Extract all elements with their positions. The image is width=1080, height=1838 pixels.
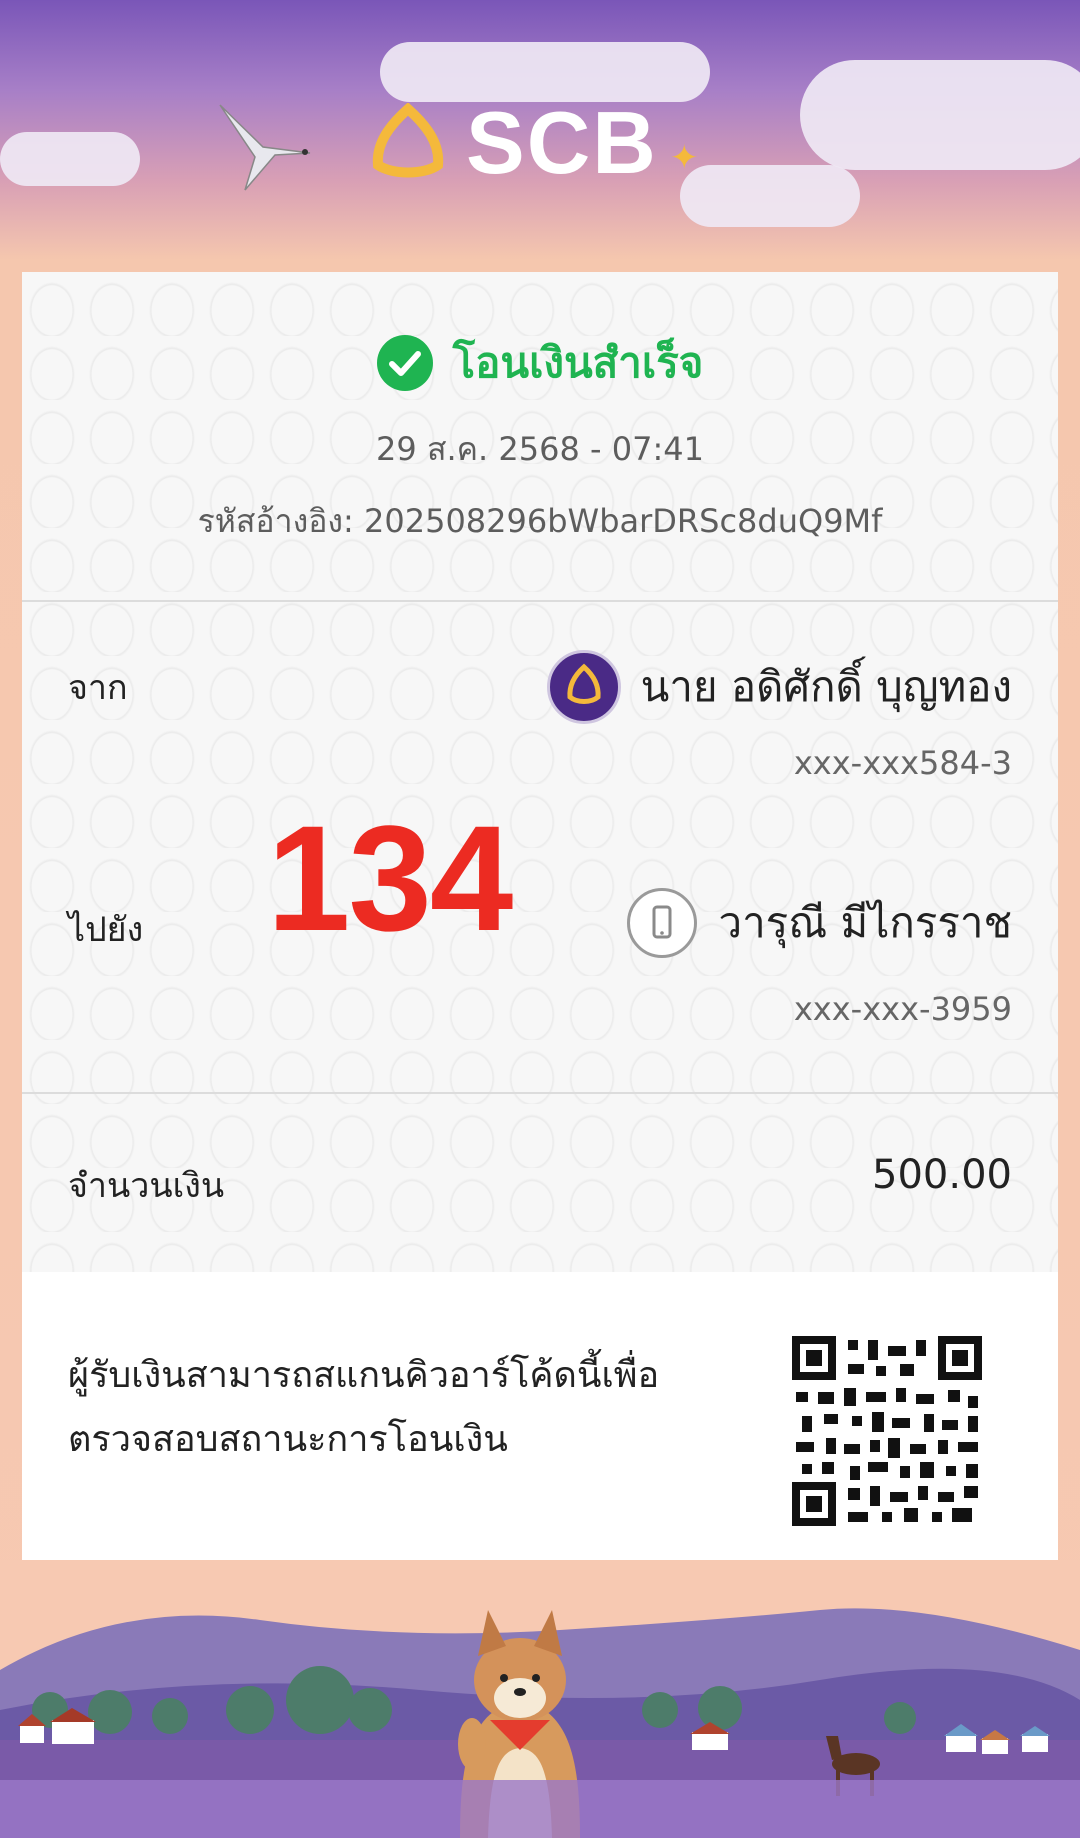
from-account: xxx-xxx584-3: [793, 744, 1012, 782]
to-label: ไปยัง: [68, 910, 144, 950]
scb-shell-icon: [372, 103, 444, 178]
overlay-number: 134: [267, 794, 513, 962]
cloud: [0, 132, 140, 186]
check-circle-icon: [376, 335, 433, 391]
landscape-illustration: [0, 1560, 1080, 1838]
status-label: โอนเงินสำเร็จ: [452, 338, 704, 387]
from-label: จาก: [68, 668, 128, 708]
amount-value: 500.00: [872, 1152, 1012, 1198]
reference-row: รหัสอ้างอิง: 202508296bWbarDRSc8duQ9Mf: [22, 496, 1058, 547]
to-name-row: วารุณี มีไกรราช: [626, 888, 1013, 958]
header-banner: SCB ✦: [0, 0, 1080, 272]
divider: [22, 600, 1058, 602]
from-name-row: นาย อดิศักดิ์ บุญทอง: [546, 650, 1012, 724]
phone-icon: [626, 888, 697, 958]
to-account: xxx-xxx-3959: [793, 990, 1012, 1028]
qr-note: ผู้รับเงินสามารถสแกนคิวอาร์โค้ดนี้เพื่อต…: [68, 1355, 660, 1460]
reference-value: 202508296bWbarDRSc8duQ9Mf: [364, 502, 883, 540]
scb-bank-icon: [546, 650, 621, 724]
divider: [22, 1092, 1058, 1094]
logo-text: SCB: [466, 93, 658, 192]
transaction-datetime: 29 ส.ค. 2568 - 07:41: [376, 430, 704, 468]
reference-label: รหัสอ้างอิง:: [197, 502, 354, 540]
cloud: [800, 60, 1080, 170]
from-name: นาย อดิศักดิ์ บุญทอง: [640, 662, 1012, 711]
scb-logo: SCB: [368, 92, 658, 194]
status-row: โอนเงินสำเร็จ: [22, 330, 1058, 396]
qr-code[interactable]: [792, 1336, 982, 1526]
sparkle-icon: ✦: [670, 138, 699, 178]
bird-icon: [219, 104, 311, 191]
amount-label: จำนวนเงิน: [68, 1166, 225, 1206]
cloud: [680, 165, 860, 227]
transfer-receipt: โอนเงินสำเร็จ 29 ส.ค. 2568 - 07:41 รหัสอ…: [22, 272, 1058, 1572]
to-name: วารุณี มีไกรราช: [718, 898, 1013, 947]
